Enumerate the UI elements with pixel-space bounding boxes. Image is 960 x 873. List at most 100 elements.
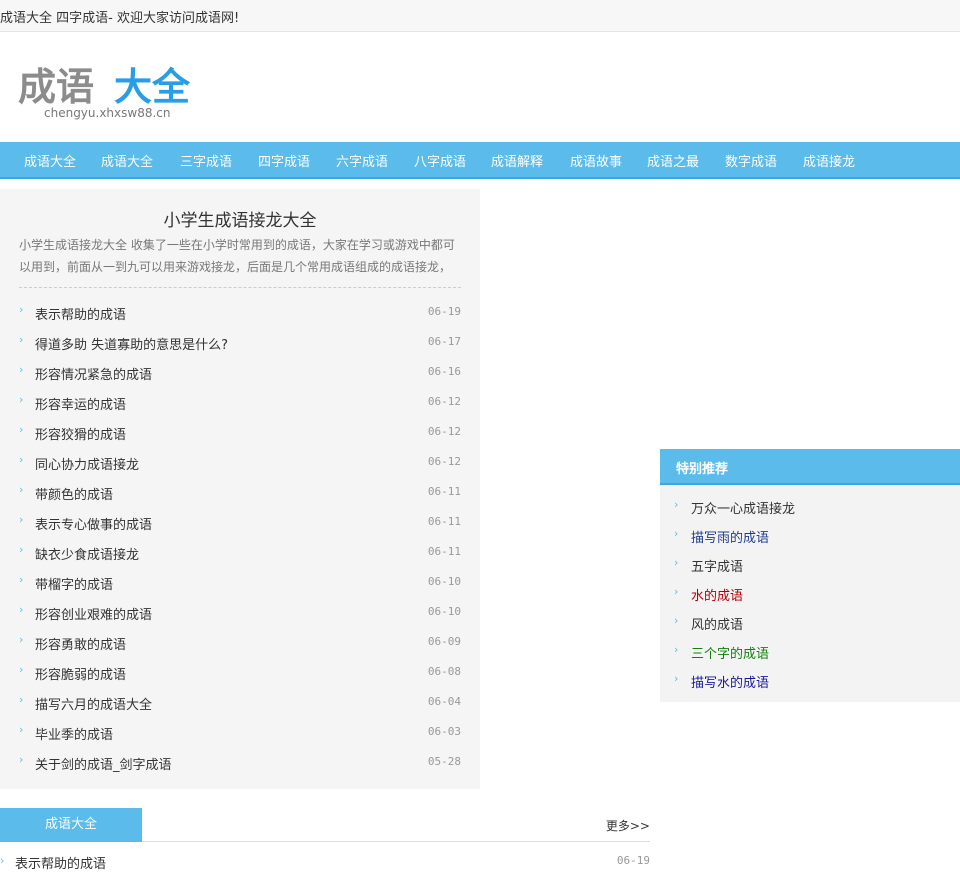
chevron-right-icon: › xyxy=(19,423,24,436)
list-item: › 水的成语 xyxy=(674,580,954,609)
nav-item[interactable]: 四字成语 xyxy=(258,151,310,170)
chevron-right-icon: › xyxy=(19,303,24,316)
list-item: › 描写水的成语 xyxy=(674,667,954,696)
recommend-link[interactable]: 万众一心成语接龙 xyxy=(691,498,795,517)
nav-item[interactable]: 成语故事 xyxy=(570,151,622,170)
article-date: 06-09 xyxy=(427,635,461,648)
article-link[interactable]: 描写六月的成语大全 xyxy=(35,694,152,713)
panel-header: 特别推荐 xyxy=(660,449,960,485)
nav-item[interactable]: 成语大全 xyxy=(24,151,76,170)
chevron-right-icon: › xyxy=(19,753,24,766)
featured-intro: 小学生成语接龙大全 收集了一些在小学时常用到的成语，大家在学习或游戏中都可以用到… xyxy=(19,238,455,274)
article-link[interactable]: 形容狡猾的成语 xyxy=(35,424,126,443)
article-link[interactable]: 毕业季的成语 xyxy=(35,724,113,743)
recommend-link[interactable]: 水的成语 xyxy=(691,585,743,604)
chevron-right-icon: › xyxy=(674,614,679,627)
chevron-right-icon: › xyxy=(19,603,24,616)
article-link[interactable]: 形容勇敢的成语 xyxy=(35,634,126,653)
recommend-link[interactable]: 描写水的成语 xyxy=(691,672,769,691)
nav-item[interactable]: 成语之最 xyxy=(647,151,699,170)
article-list: › 表示帮助的成语 06-19 › 得道多助 失道寡助的意思是什么? 06-17 › 形容… xyxy=(19,297,461,777)
logo-graphic: 成语 大全 chengyu.xhxsw88.cn xyxy=(18,65,191,120)
featured-title[interactable]: 小学生成语接龙大全 xyxy=(0,206,480,231)
article-date: 06-11 xyxy=(427,545,461,558)
article-link[interactable]: 形容脆弱的成语 xyxy=(35,664,126,683)
section-header: 成语大全 更多>> xyxy=(0,808,650,842)
nav-item[interactable]: 八字成语 xyxy=(414,151,466,170)
chevron-right-icon: › xyxy=(19,663,24,676)
article-link[interactable]: 带颜色的成语 xyxy=(35,484,113,503)
chevron-right-icon: › xyxy=(674,672,679,685)
section-tab[interactable]: 成语大全 xyxy=(0,808,142,842)
chevron-right-icon: › xyxy=(19,633,24,646)
nav-item[interactable]: 成语解释 xyxy=(491,151,543,170)
recommend-link[interactable]: 描写雨的成语 xyxy=(691,527,769,546)
chevron-right-icon: › xyxy=(19,453,24,466)
article-date: 06-19 xyxy=(616,854,650,867)
article-date: 06-11 xyxy=(427,515,461,528)
recommend-list: › 万众一心成语接龙 › 描写雨的成语 › 五字成语 › 水的成语 › 风的成语 › 三个字… xyxy=(674,493,954,696)
list-item: › 关于剑的成语_剑字成语 05-28 xyxy=(19,747,461,777)
article-link[interactable]: 表示帮助的成语 xyxy=(35,304,126,323)
article-link[interactable]: 带榴字的成语 xyxy=(35,574,113,593)
top-bar: 成语大全 四字成语- 欢迎大家访问成语网! xyxy=(0,0,960,32)
chevron-right-icon: › xyxy=(19,543,24,556)
article-date: 06-12 xyxy=(427,425,461,438)
chevron-right-icon: › xyxy=(19,693,24,706)
chevron-right-icon: › xyxy=(674,643,679,656)
chevron-right-icon: › xyxy=(674,527,679,540)
list-item: › 表示帮助的成语 06-19 xyxy=(19,297,461,327)
chevron-right-icon: › xyxy=(19,363,24,376)
list-item: › 形容幸运的成语 06-12 xyxy=(19,387,461,417)
article-link[interactable]: 表示帮助的成语 xyxy=(15,853,106,872)
list-item: › 描写六月的成语大全 06-04 xyxy=(19,687,461,717)
nav-item[interactable]: 三字成语 xyxy=(180,151,232,170)
article-link[interactable]: 表示专心做事的成语 xyxy=(35,514,152,533)
list-item: › 五字成语 xyxy=(674,551,954,580)
chevron-right-icon: › xyxy=(19,573,24,586)
list-item: › 毕业季的成语 06-03 xyxy=(19,717,461,747)
panel-title: 特别推荐 xyxy=(676,462,729,477)
logo-text-gray: 成语 xyxy=(18,65,94,109)
welcome-text: 成语大全 四字成语- 欢迎大家访问成语网! xyxy=(0,11,240,26)
article-link[interactable]: 得道多助 失道寡助的意思是什么? xyxy=(35,334,228,353)
list-item: › 形容勇敢的成语 06-09 xyxy=(19,627,461,657)
list-item: › 同心协力成语接龙 06-12 xyxy=(19,447,461,477)
list-item: › 带颜色的成语 06-11 xyxy=(19,477,461,507)
article-date: 06-17 xyxy=(427,335,461,348)
more-link[interactable]: 更多>> xyxy=(606,817,650,834)
article-link[interactable]: 缺衣少食成语接龙 xyxy=(35,544,139,563)
recommend-link[interactable]: 五字成语 xyxy=(691,556,743,575)
nav-item[interactable]: 成语接龙 xyxy=(803,151,855,170)
nav-item[interactable]: 数字成语 xyxy=(725,151,777,170)
list-item: › 风的成语 xyxy=(674,609,954,638)
recommend-link[interactable]: 三个字的成语 xyxy=(691,643,769,662)
chevron-right-icon: › xyxy=(19,393,24,406)
article-date: 06-12 xyxy=(427,455,461,468)
chevron-right-icon: › xyxy=(0,854,5,867)
site-logo[interactable]: 成语 大全 chengyu.xhxsw88.cn xyxy=(18,62,238,124)
list-item: › 形容情况紧急的成语 06-16 xyxy=(19,357,461,387)
article-date: 06-08 xyxy=(427,665,461,678)
article-date: 06-04 xyxy=(427,695,461,708)
list-item: › 缺衣少食成语接龙 06-11 xyxy=(19,537,461,567)
chevron-right-icon: › xyxy=(19,513,24,526)
article-link[interactable]: 同心协力成语接龙 xyxy=(35,454,139,473)
recommend-link[interactable]: 风的成语 xyxy=(691,614,743,633)
article-date: 06-16 xyxy=(427,365,461,378)
list-item: › 形容创业艰难的成语 06-10 xyxy=(19,597,461,627)
chevron-right-icon: › xyxy=(19,333,24,346)
list-item: › 形容脆弱的成语 06-08 xyxy=(19,657,461,687)
nav-item[interactable]: 成语大全 xyxy=(101,151,153,170)
article-link[interactable]: 形容创业艰难的成语 xyxy=(35,604,152,623)
nav-item[interactable]: 六字成语 xyxy=(336,151,388,170)
article-link[interactable]: 形容幸运的成语 xyxy=(35,394,126,413)
article-link[interactable]: 关于剑的成语_剑字成语 xyxy=(35,754,172,773)
chevron-right-icon: › xyxy=(19,483,24,496)
divider xyxy=(19,287,461,288)
logo-domain: chengyu.xhxsw88.cn xyxy=(44,106,171,120)
main-nav: 成语大全 成语大全 三字成语 四字成语 六字成语 八字成语 成语解释 成语故事 … xyxy=(0,142,960,179)
featured-article-box: 小学生成语接龙大全 小学生成语接龙大全 收集了一些在小学时常用到的成语，大家在学… xyxy=(0,189,480,789)
article-link[interactable]: 形容情况紧急的成语 xyxy=(35,364,152,383)
list-item: › 得道多助 失道寡助的意思是什么? 06-17 xyxy=(19,327,461,357)
